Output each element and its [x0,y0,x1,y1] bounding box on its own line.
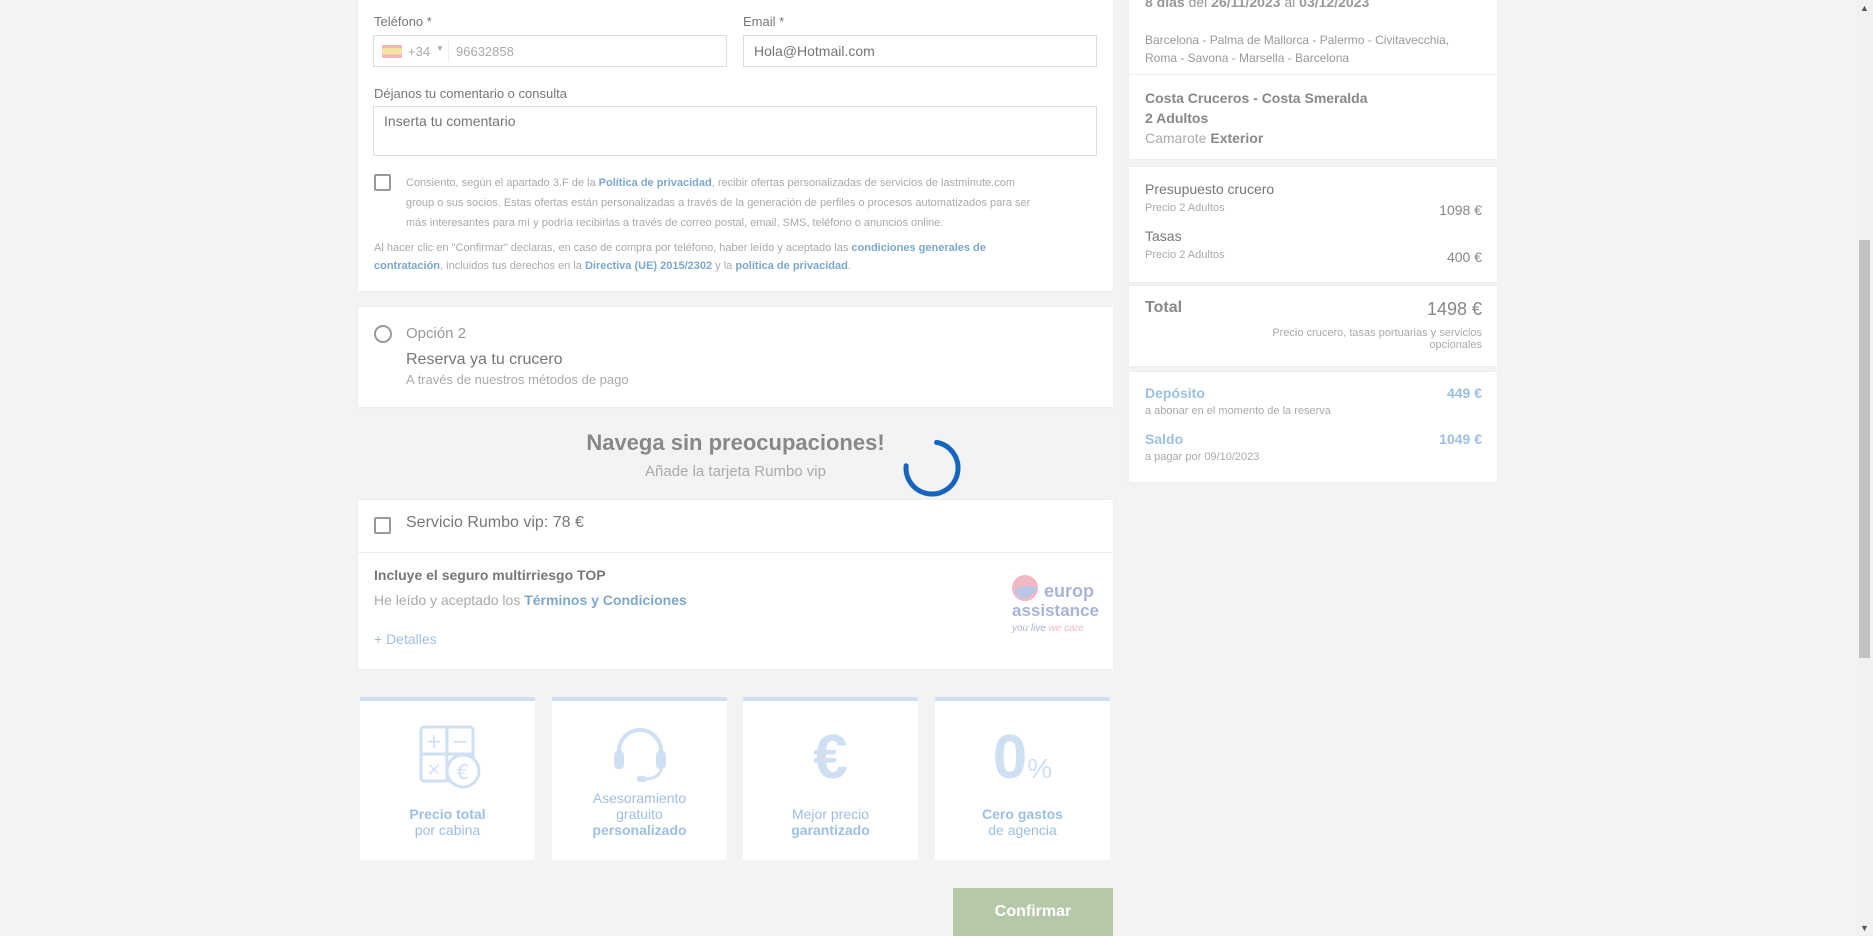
calculator-euro-icon: + − × € [360,723,535,793]
svg-text:−: − [451,729,468,753]
eu-directive-link[interactable]: Directiva (UE) 2015/2302 [585,260,712,272]
feature-line1: Precio total [409,806,486,822]
phone-prefix[interactable]: +34 [408,44,430,59]
total-price: 1498 € [1426,299,1482,319]
svg-text:€: € [456,760,469,784]
phone-field[interactable]: +34 ▼ 96632858 [373,35,727,67]
contact-form-card: Teléfono * +34 ▼ 96632858 Email * Déjano… [358,0,1113,291]
svg-text:×: × [426,759,441,780]
budget-sub: Precio 2 Adultos [1145,202,1225,214]
trip-adults: 2 Adultos [1145,110,1209,126]
balance-price: 1049 € [1439,431,1482,447]
tax-sub: Precio 2 Adultos [1145,249,1225,261]
email-label: Email * [743,14,785,29]
logo-line1: europ [1044,581,1095,601]
option2-title: Reserva ya tu crucero [406,351,563,368]
tax-price: 400 € [1446,249,1482,265]
budget-label: Presupuesto crucero [1145,181,1275,197]
vip-card: Servicio Rumbo vip: 78 € Incluye el segu… [358,500,1113,669]
summary-payment-card: Depósito a abonar en el momento de la re… [1129,372,1497,482]
tax-label: Tasas [1145,228,1182,244]
summary-price-card: Presupuesto crucero Precio 2 Adultos 109… [1129,167,1497,282]
feature-line3: personalizado [592,822,687,838]
feature-line2: de agencia [988,822,1057,838]
scroll-down-arrow-icon[interactable]: ▼ [1860,923,1869,933]
headset-icon [552,723,727,793]
option2-radio[interactable] [374,325,392,343]
trip-cabin: Camarote Exterior [1145,130,1264,146]
vip-heading: Navega sin preocupaciones! [586,430,885,455]
budget-price: 1098 € [1439,202,1482,218]
total-note: Precio crucero, tasas portuarias y servi… [1272,327,1482,351]
option2-label: Opción 2 [406,325,467,342]
vip-subheading: Añade la tarjeta Rumbo vip [645,463,826,480]
deposit-price: 449 € [1446,385,1482,401]
terms-text: He leído y aceptado los Términos y Condi… [374,592,687,608]
logo-line2: assistance [1012,601,1099,620]
scrollbar-thumb[interactable] [1859,240,1870,658]
trip-dates: 8 días del 26/11/2023 al 03/12/2023 [1145,0,1370,10]
scrollbar-track[interactable]: ▲ ▼ [1856,0,1873,936]
general-conditions-link-cont[interactable]: contratación [374,260,440,272]
divider [1129,74,1497,75]
comment-textarea[interactable] [373,106,1097,156]
consent-checkbox[interactable] [374,174,391,191]
vip-checkbox[interactable] [374,517,391,534]
feature-best-price: € Mejor precio garantizado [743,697,918,860]
divider [448,40,449,62]
feature-line1: Mejor precio [791,806,870,822]
trip-ship: Costa Cruceros - Costa Smeralda [1145,90,1368,106]
general-conditions-link[interactable]: condiciones generales de [851,242,986,254]
balance-label: Saldo [1145,431,1184,447]
divider [358,552,1113,553]
feature-advice: Asesoramiento gratuito personalizado [552,697,727,860]
confirm-button[interactable]: Confirmar [953,888,1113,936]
trip-route: Barcelona - Palma de Mallorca - Palermo … [1145,33,1450,65]
phone-value[interactable]: 96632858 [456,44,514,59]
europ-assistance-logo: europ assistance you live we care [1010,573,1100,643]
zero-percent-icon: 0% [992,723,1053,792]
feature-line1: Cero gastos [982,806,1063,822]
terms-link[interactable]: Términos y Condiciones [524,592,687,608]
loading-spinner-icon [903,439,961,497]
feature-line2: garantizado [791,822,870,838]
deposit-sub: a abonar en el momento de la reserva [1145,405,1331,417]
euro-icon: € [813,723,848,792]
option2-subtitle: A través de nuestros métodos de pago [406,372,629,387]
details-link[interactable]: + Detalles [374,631,437,647]
feature-total-price: + − × € Precio total por cabina [360,697,535,860]
vip-service-label[interactable]: Servicio Rumbo vip: 78 € [406,514,584,532]
email-input[interactable] [743,35,1097,67]
balance-sub: a pagar por 09/10/2023 [1145,451,1260,463]
legal-notice: Al hacer clic en "Confirmar" declaras, e… [374,242,986,272]
summary-total-card: Total 1498 € Precio crucero, tasas portu… [1129,286,1497,366]
feature-line2: gratuito [616,806,663,822]
insurance-title: Incluye el seguro multirriesgo TOP [374,567,606,583]
feature-zero-fees: 0% Cero gastos de agencia [935,697,1110,860]
consent-text: Consiento, según el apartado 3.F de la P… [406,177,1031,229]
scroll-up-arrow-icon[interactable]: ▲ [1860,3,1869,13]
globe-logo-icon [1012,575,1038,601]
feature-line2: por cabina [414,822,481,838]
privacy-policy-link[interactable]: Política de privacidad [599,177,712,189]
logo-tagline: you live we care [1012,623,1084,634]
option2-card[interactable]: Opción 2 Reserva ya tu crucero A través … [358,307,1113,407]
spain-flag-icon[interactable] [382,45,402,58]
total-label: Total [1145,299,1183,316]
phone-label: Teléfono * [374,14,432,29]
summary-trip-card: 8 días del 26/11/2023 al 03/12/2023 Barc… [1129,0,1497,159]
chevron-down-icon[interactable]: ▼ [436,44,444,53]
deposit-label: Depósito [1145,385,1205,401]
feature-line1: Asesoramiento [592,790,687,806]
svg-text:+: + [425,729,442,753]
privacy-link[interactable]: política de privacidad [735,260,847,272]
comment-label: Déjanos tu comentario o consulta [374,86,567,101]
